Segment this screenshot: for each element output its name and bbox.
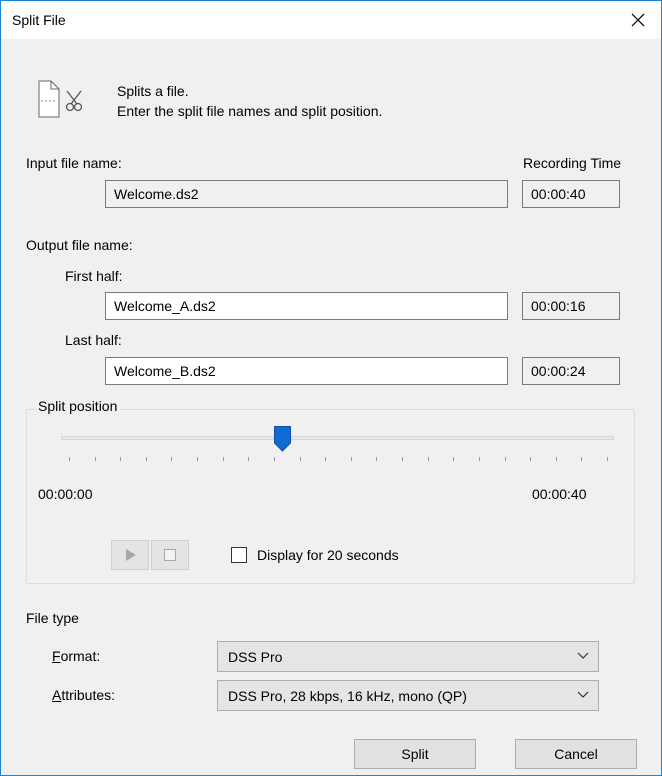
slider-tick xyxy=(222,457,224,461)
format-label-rest: ormat: xyxy=(60,648,101,664)
last-half-time: 00:00:24 xyxy=(522,357,620,385)
format-mnemonic: F xyxy=(52,648,61,664)
description-line-1: Splits a file. xyxy=(117,83,189,99)
slider-tick xyxy=(145,457,147,461)
slider-tick xyxy=(273,457,275,461)
slider-tick xyxy=(504,457,506,461)
split-slider-thumb[interactable] xyxy=(273,426,291,452)
play-button[interactable] xyxy=(111,540,149,570)
input-recording-time: 00:00:40 xyxy=(522,180,620,208)
slider-tick xyxy=(94,457,96,461)
last-half-label: Last half: xyxy=(65,332,122,348)
split-button[interactable]: Split xyxy=(354,739,476,769)
slider-tick xyxy=(325,457,327,461)
slider-tick xyxy=(581,457,583,461)
display-20-seconds-label[interactable]: Display for 20 seconds xyxy=(257,547,399,563)
scissors-file-icon xyxy=(37,79,87,119)
format-select[interactable]: DSS Pro xyxy=(217,641,599,672)
play-icon xyxy=(126,549,136,561)
attributes-mnemonic: A xyxy=(52,687,62,703)
close-icon xyxy=(631,13,645,27)
slider-end-time: 00:00:40 xyxy=(532,486,587,502)
input-file-name-label: Input file name: xyxy=(26,155,122,171)
slider-tick xyxy=(350,457,352,461)
chevron-down-icon xyxy=(577,652,589,659)
attributes-value: DSS Pro, 28 kbps, 16 kHz, mono (QP) xyxy=(228,688,467,704)
slider-tick xyxy=(376,457,378,461)
slider-tick xyxy=(197,457,199,461)
recording-time-label: Recording Time xyxy=(523,155,622,171)
slider-tick xyxy=(555,457,557,461)
stop-button[interactable] xyxy=(151,540,189,570)
format-label: Format: xyxy=(52,648,100,664)
output-file-name-label: Output file name: xyxy=(26,237,133,253)
window-title: Split File xyxy=(12,12,66,28)
description-line-2: Enter the split file names and split pos… xyxy=(117,103,383,119)
attributes-label-rest: ttributes: xyxy=(61,687,116,703)
cancel-button[interactable]: Cancel xyxy=(515,739,637,769)
slider-tick xyxy=(120,457,122,461)
chevron-down-icon xyxy=(577,691,589,698)
split-file-dialog: Split File Splits a file. Enter the spli… xyxy=(0,0,662,776)
slider-tick xyxy=(171,457,173,461)
attributes-label: Attributes: xyxy=(52,687,115,703)
slider-start-time: 00:00:00 xyxy=(38,486,93,502)
first-half-field[interactable]: Welcome_A.ds2 xyxy=(105,292,508,320)
slider-tick xyxy=(402,457,404,461)
first-half-label: First half: xyxy=(65,268,123,284)
input-file-name-field[interactable]: Welcome.ds2 xyxy=(105,180,508,208)
last-half-field[interactable]: Welcome_B.ds2 xyxy=(105,357,508,385)
slider-tick xyxy=(607,457,608,461)
slider-tick xyxy=(427,457,429,461)
stop-icon xyxy=(164,549,176,561)
split-slider-track[interactable] xyxy=(61,436,614,440)
slider-tick xyxy=(248,457,250,461)
display-20-seconds-checkbox[interactable] xyxy=(231,547,247,563)
file-type-label: File type xyxy=(26,610,79,626)
slider-tick xyxy=(478,457,480,461)
close-button[interactable] xyxy=(615,1,661,39)
slider-tick xyxy=(530,457,532,461)
format-value: DSS Pro xyxy=(228,649,283,665)
attributes-select[interactable]: DSS Pro, 28 kbps, 16 kHz, mono (QP) xyxy=(217,680,599,711)
first-half-time: 00:00:16 xyxy=(522,292,620,320)
title-bar[interactable]: Split File xyxy=(1,1,661,39)
slider-tick xyxy=(453,457,455,461)
slider-tick xyxy=(69,457,70,461)
slider-tick xyxy=(299,457,301,461)
split-position-title: Split position xyxy=(35,398,121,414)
